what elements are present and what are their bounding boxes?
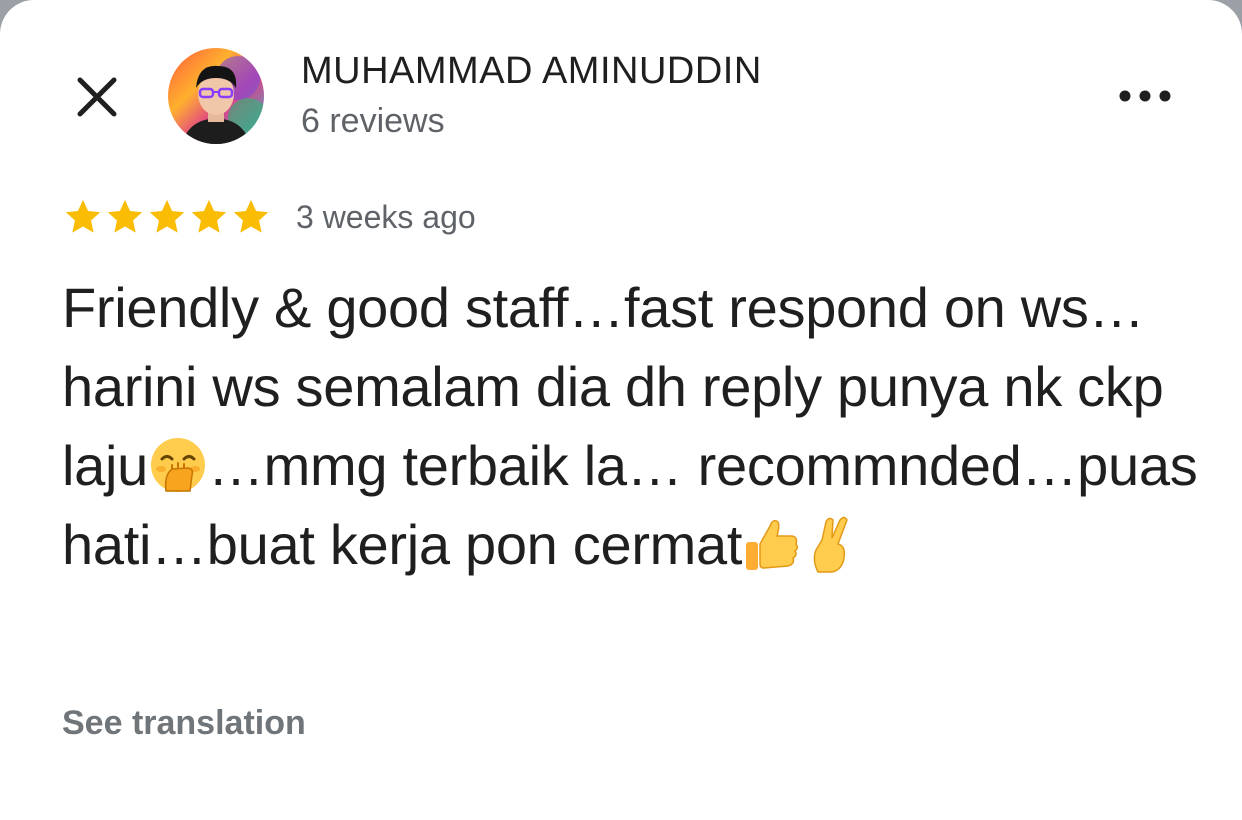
review-count: 6 reviews bbox=[301, 102, 445, 140]
star-rating bbox=[62, 196, 272, 238]
star-icon bbox=[65, 199, 101, 233]
close-button[interactable] bbox=[70, 70, 124, 124]
more-options-button[interactable] bbox=[1112, 74, 1178, 118]
star-icon bbox=[107, 199, 143, 233]
crossed-fingers-emoji bbox=[813, 516, 848, 573]
hand-over-mouth-emoji bbox=[150, 438, 205, 492]
close-icon bbox=[77, 77, 117, 117]
star-icon bbox=[149, 199, 185, 233]
see-translation-link[interactable]: See translation bbox=[62, 704, 306, 743]
review-text-part2: …mmg terbaik la… recommnded…puas hati…bu… bbox=[62, 434, 1198, 576]
author-name[interactable]: MUHAMMAD AMINUDDIN bbox=[301, 50, 762, 93]
star-icon bbox=[191, 199, 227, 233]
review-sheet: MUHAMMAD AMINUDDIN 6 reviews 3 weeks ago… bbox=[0, 0, 1242, 820]
review-time: 3 weeks ago bbox=[296, 199, 476, 235]
review-text: Friendly & good staff…fast respond on ws… bbox=[62, 268, 1202, 584]
avatar[interactable] bbox=[168, 48, 264, 144]
more-horizontal-icon bbox=[1119, 90, 1171, 102]
thumbs-up-emoji bbox=[746, 519, 799, 570]
star-icon bbox=[233, 199, 269, 233]
